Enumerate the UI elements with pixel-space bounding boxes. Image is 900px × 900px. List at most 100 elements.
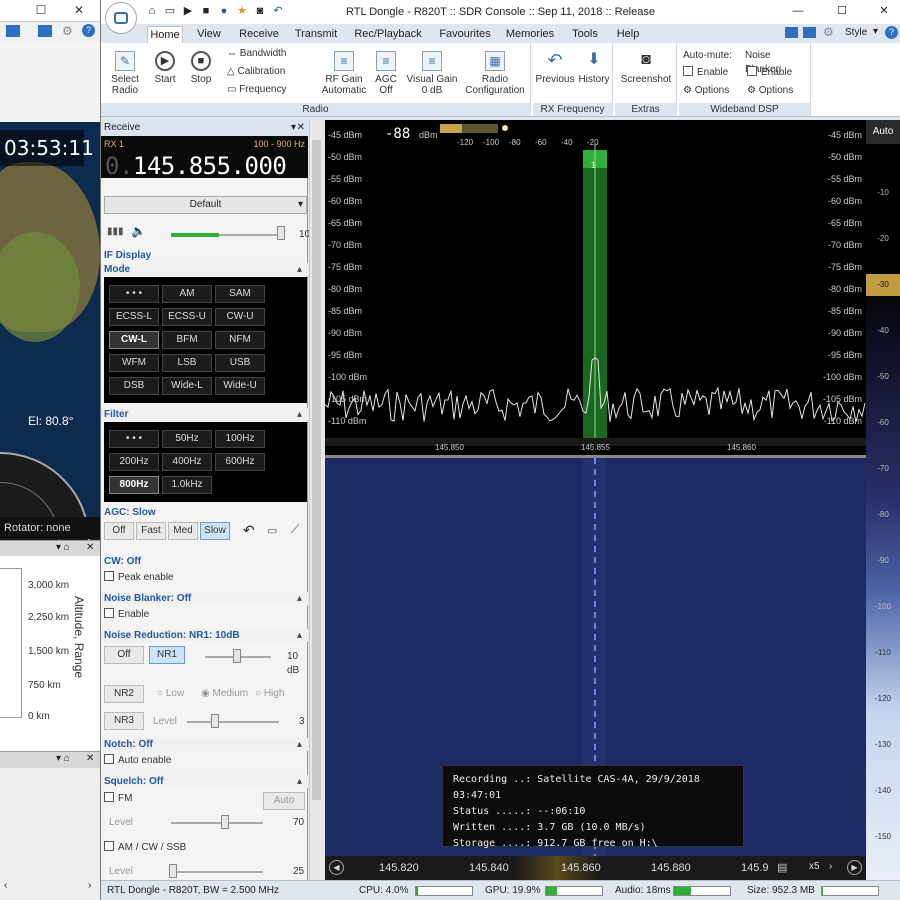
mode-cw-l-button[interactable]: CW-L [109, 331, 159, 349]
if-display-link[interactable]: IF Display [101, 249, 308, 262]
undo-icon[interactable]: ↶ [243, 522, 255, 539]
notch-section-header[interactable]: Notch: Off ▴ [101, 738, 308, 751]
notch-auto-enable-checkbox[interactable]: Auto enable [104, 754, 171, 768]
noise-blanker-enable[interactable]: Enable [747, 66, 792, 80]
frequency-scale[interactable]: ◀ 145.820 145.840 145.860 145.880 145.9 … [325, 856, 866, 880]
collapse-icon[interactable]: ▴ [297, 263, 302, 276]
mode-wide-l-button[interactable]: Wide-L [162, 377, 212, 395]
tab-transmit[interactable]: Transmit [291, 26, 341, 43]
pin-icon[interactable]: ▾ ⌂ [56, 753, 70, 764]
scroll-left-icon[interactable]: ◀ [329, 860, 344, 875]
nr3-level-slider[interactable] [187, 721, 279, 723]
collapse-icon[interactable]: ▴ [297, 738, 302, 751]
mode-ecss-u-button[interactable]: ECSS-U [162, 308, 212, 326]
frequency-readout[interactable]: 0.145.855.000 [105, 152, 287, 180]
mode-nfm-button[interactable]: NFM [215, 331, 265, 349]
agc-section-header[interactable]: AGC: Slow [101, 506, 308, 519]
history-button[interactable]: ⬇ History [575, 51, 613, 85]
nr2-low-radio[interactable]: ○ Low [157, 687, 184, 701]
monitor-icon[interactable] [6, 25, 20, 37]
speaker-icon[interactable]: 🔈 [131, 224, 146, 238]
filter-200hz-button[interactable]: 200Hz [109, 453, 159, 471]
zoom-level[interactable]: x5 [809, 861, 820, 872]
tab-favourites[interactable]: Favourites [435, 26, 495, 43]
agc-med-button[interactable]: Med [168, 522, 198, 540]
waterfall-display[interactable]: Recording ..: Satellite CAS-4A, 29/9/201… [325, 458, 866, 856]
graph-icon[interactable]: ⟋ [291, 522, 299, 537]
checkbox[interactable] [104, 608, 114, 618]
monitor-icon[interactable] [785, 27, 798, 38]
mode-cw-u-button[interactable]: CW-U [215, 308, 265, 326]
filter-section-header[interactable]: Filter ▴ [101, 408, 308, 421]
agc-slow-button[interactable]: Slow [200, 522, 230, 540]
nr3-button[interactable]: NR3 [104, 712, 144, 730]
tab-rec-playback[interactable]: Rec/Playback [353, 26, 423, 43]
rf-gain-button[interactable]: ≡ RF Gain Automatic [319, 51, 369, 96]
fm-level-thumb[interactable] [221, 815, 229, 829]
agc-fast-button[interactable]: Fast [136, 522, 166, 540]
calibration-button[interactable]: △ Calibration [227, 65, 285, 79]
tab-memories[interactable]: Memories [505, 26, 555, 43]
help-icon[interactable]: ? [82, 24, 95, 37]
collapse-icon[interactable]: ▴ [297, 592, 302, 605]
play-icon[interactable]: ▶ [847, 860, 862, 875]
checkbox[interactable] [104, 754, 114, 764]
close-icon[interactable]: ✕ [86, 542, 94, 553]
scroll-right-icon[interactable]: › [88, 880, 91, 891]
auto-mute-options[interactable]: ⚙ Options [683, 84, 729, 98]
filter-600hz-button[interactable]: 600Hz [215, 453, 265, 471]
squelch-amcw-checkbox[interactable]: AM / CW / SSB [104, 841, 186, 855]
level-meter[interactable]: Auto -10 -20 -30 -40 -50 -60 -70 -80 -90 -100 -110… [866, 120, 900, 880]
nr2-button[interactable]: NR2 [104, 685, 144, 703]
close-icon[interactable]: ✕ [297, 120, 305, 136]
frequency-button[interactable]: ▭ Frequency [227, 83, 286, 97]
screenshot-button[interactable]: ◙ Screenshot [617, 51, 675, 85]
gear-icon[interactable]: ⚙ [823, 25, 834, 39]
tab-tools[interactable]: Tools [567, 26, 603, 43]
noise-blanker-section-header[interactable]: Noise Blanker: Off ▴ [101, 592, 308, 605]
cw-section-header[interactable]: CW: Off [101, 555, 308, 568]
maximize-icon[interactable]: ☐ [835, 4, 849, 18]
auto-mute-enable[interactable]: Enable [683, 66, 728, 80]
mode-wfm-button[interactable]: WFM [109, 354, 159, 372]
filter-400hz-button[interactable]: 400Hz [162, 453, 212, 471]
tab-help[interactable]: Help [613, 26, 643, 43]
scrollbar-thumb[interactable] [312, 140, 321, 800]
mode-dsb-button[interactable]: DSB [109, 377, 159, 395]
filter-1khz-button[interactable]: 1.0kHz [162, 476, 212, 494]
collapse-icon[interactable]: ▴ [297, 775, 302, 788]
spectrum-display[interactable]: -88 dBm -120 -100 -80 -60 -40 -20 1 -45 dBm -5… [325, 120, 866, 455]
mode-usb-button[interactable]: USB [215, 354, 265, 372]
mode-more-button[interactable]: • • • [109, 285, 159, 303]
checkbox[interactable] [104, 571, 114, 581]
nr1-slider-thumb[interactable] [233, 649, 241, 663]
keyboard-icon[interactable]: ▤ [777, 861, 787, 874]
gear-icon[interactable]: ⚙ [62, 24, 73, 38]
help-icon[interactable]: ? [885, 26, 898, 39]
stop-button[interactable]: ■ Stop [185, 51, 217, 85]
style-menu[interactable]: Style [845, 27, 867, 38]
mode-ecss-l-button[interactable]: ECSS-L [109, 308, 159, 326]
mode-section-header[interactable]: Mode ▴ [101, 263, 308, 276]
nr2-high-radio[interactable]: ○ High [255, 687, 284, 701]
nr2-medium-radio[interactable]: ◉ Medium [201, 687, 248, 701]
mode-bfm-button[interactable]: BFM [162, 331, 212, 349]
checkbox[interactable] [747, 66, 757, 76]
filter-100hz-button[interactable]: 100Hz [215, 430, 265, 448]
nr3-level-thumb[interactable] [211, 714, 219, 728]
squelch-fm-checkbox[interactable]: FM [104, 792, 132, 806]
nb-enable-checkbox[interactable]: Enable [104, 608, 149, 622]
filter-50hz-button[interactable]: 50Hz [162, 430, 212, 448]
filter-800hz-button[interactable]: 800Hz [109, 476, 159, 494]
close-icon[interactable]: ✕ [86, 753, 94, 764]
scroll-right-icon[interactable]: › [829, 861, 832, 872]
select-radio-button[interactable]: ✎ Select Radio [107, 51, 143, 96]
chevron-down-icon[interactable]: ▾ [873, 26, 878, 37]
checkbox[interactable] [683, 66, 693, 76]
checkbox[interactable] [104, 841, 114, 851]
tab-view[interactable]: View [193, 26, 225, 43]
frequency-display[interactable]: RX 1 100 - 900 Hz 0.145.855.000 [101, 136, 308, 180]
pin-icon[interactable]: ▾ ⌂ [56, 542, 70, 553]
close-icon[interactable]: ✕ [877, 4, 891, 18]
tab-home[interactable]: Home [147, 26, 183, 43]
